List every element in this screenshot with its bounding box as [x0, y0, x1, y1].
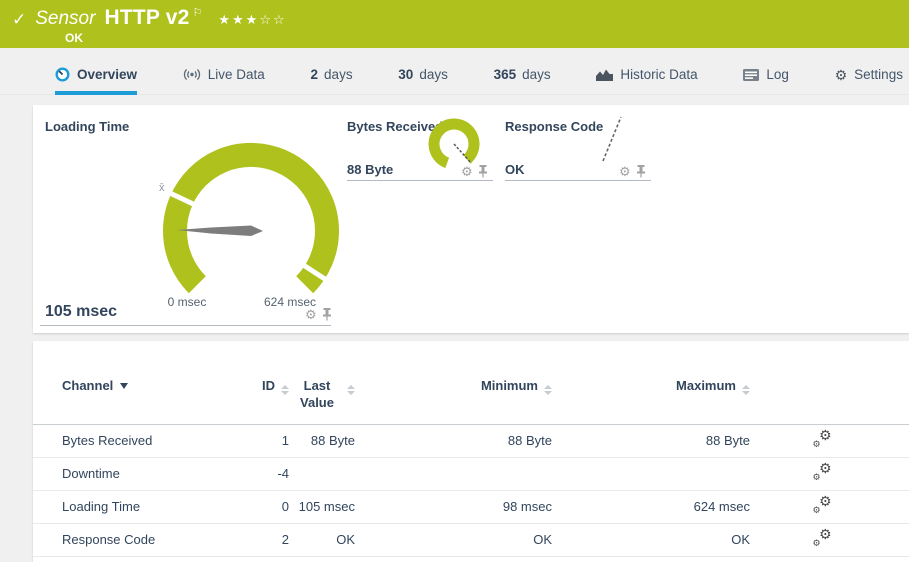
gauge-needle	[177, 226, 263, 237]
channel-settings-icon[interactable]: ⚙⚙	[813, 464, 832, 481]
channel-maximum: OK	[552, 532, 750, 547]
tab-2-days[interactable]: 2 days	[311, 67, 353, 95]
response-code-value: OK	[505, 162, 525, 177]
panel-divider	[40, 325, 331, 326]
channel-minimum: 98 msec	[355, 499, 552, 514]
tab-label: Settings	[854, 67, 903, 82]
tab-number: 30	[398, 67, 413, 82]
loading-time-gauge[interactable]: x̄	[151, 129, 351, 314]
channel-maximum: 88 Byte	[552, 433, 750, 448]
channel-settings-icon[interactable]: ⚙⚙	[813, 497, 832, 514]
channel-name[interactable]: Loading Time	[62, 499, 222, 514]
tab-number: 2	[311, 67, 319, 82]
column-header-channel[interactable]: Channel	[62, 341, 222, 424]
gauge-pin-icon[interactable]	[478, 165, 488, 178]
tab-label: days	[419, 67, 448, 82]
tab-historic-data[interactable]: Historic Data	[596, 67, 697, 95]
column-header-last-value[interactable]: Last Value	[289, 341, 355, 424]
tab-label: days	[522, 67, 551, 82]
tab-label: Overview	[77, 67, 137, 82]
mean-marker-label: x̄	[159, 182, 165, 194]
channel-maximum: 624 msec	[552, 499, 750, 514]
table-row[interactable]: Loading Time 0 105 msec 98 msec 624 msec…	[33, 491, 909, 524]
table-row[interactable]: Response Code 2 OK OK OK ⚙⚙	[33, 524, 909, 557]
channel-id: -4	[222, 466, 289, 481]
channel-minimum: 88 Byte	[355, 433, 552, 448]
sensor-title: HTTP v2	[104, 6, 189, 30]
table-row[interactable]: Bytes Received 1 88 Byte 88 Byte 88 Byte…	[33, 425, 909, 458]
tab-365-days[interactable]: 365 days	[494, 67, 551, 95]
channel-id: 1	[222, 433, 289, 448]
channel-settings-icon[interactable]: ⚙⚙	[813, 431, 832, 448]
gauge-gear-icon[interactable]: ⚙	[619, 165, 631, 178]
priority-stars[interactable]: ★★★☆☆	[218, 12, 286, 28]
channel-last-value: 105 msec	[289, 499, 355, 514]
column-header-id[interactable]: ID	[222, 341, 289, 424]
response-code-gauge[interactable]	[591, 109, 633, 165]
sort-icon	[544, 385, 552, 395]
gauge-title-loading-time: Loading Time	[45, 119, 129, 134]
sensor-header: ✓ Sensor HTTP v2 ⚐ ★★★☆☆ OK	[0, 0, 909, 48]
sort-desc-icon	[120, 383, 128, 389]
tab-settings[interactable]: ⚙ Settings	[835, 67, 903, 95]
gauge-pin-icon[interactable]	[322, 308, 332, 321]
loading-time-value: 105 msec	[45, 303, 117, 321]
channel-name[interactable]: Response Code	[62, 532, 222, 547]
gauges-panel: Loading Time x̄ 0 msec 624 msec 105 msec…	[33, 105, 909, 333]
channel-last-value: OK	[289, 532, 355, 547]
tab-overview[interactable]: Overview	[55, 67, 137, 95]
channel-name[interactable]: Downtime	[62, 466, 222, 481]
channel-name[interactable]: Bytes Received	[62, 433, 222, 448]
sort-icon	[281, 385, 289, 395]
tab-number: 365	[494, 67, 517, 82]
gauge-scale-max: 624 msec	[250, 295, 330, 309]
channel-settings-icon[interactable]: ⚙⚙	[813, 530, 832, 547]
bytes-received-value: 88 Byte	[347, 162, 393, 177]
sensor-status-badge: OK	[65, 31, 909, 45]
channel-table-body: Bytes Received 1 88 Byte 88 Byte 88 Byte…	[33, 425, 909, 557]
table-row[interactable]: Downtime -4 ⚙⚙	[33, 458, 909, 491]
tab-bar: Overview Live Data 2 days 30 days 365 days Histo…	[0, 62, 909, 95]
tab-label: days	[324, 67, 353, 82]
channel-last-value: 88 Byte	[289, 433, 355, 448]
live-icon	[183, 68, 201, 81]
channel-minimum: OK	[355, 532, 552, 547]
column-header-maximum[interactable]: Maximum	[552, 341, 750, 424]
status-check-icon: ✓	[12, 10, 26, 30]
sort-icon	[742, 385, 750, 395]
panel-divider	[505, 180, 651, 181]
panel-divider	[347, 180, 493, 181]
channel-table-header: Channel ID Last Value Minimum Maximum	[33, 341, 909, 425]
tab-log[interactable]: Log	[743, 67, 789, 95]
gauge-icon	[55, 67, 70, 82]
tab-label: Historic Data	[620, 67, 697, 82]
gauge-gear-icon[interactable]: ⚙	[305, 308, 317, 321]
column-header-minimum[interactable]: Minimum	[355, 341, 552, 424]
channel-id: 0	[222, 499, 289, 514]
gauge-scale-min: 0 msec	[147, 295, 227, 309]
tab-label: Live Data	[208, 67, 265, 82]
gauge-gear-icon[interactable]: ⚙	[461, 165, 473, 178]
tab-label: Log	[766, 67, 789, 82]
channel-id: 2	[222, 532, 289, 547]
tab-live-data[interactable]: Live Data	[183, 67, 265, 95]
tab-30-days[interactable]: 30 days	[398, 67, 448, 95]
historic-icon	[596, 68, 613, 81]
sort-icon	[347, 385, 355, 395]
flag-icon[interactable]: ⚐	[193, 6, 203, 19]
gauge-pin-icon[interactable]	[636, 165, 646, 178]
settings-icon: ⚙	[835, 68, 848, 82]
gauge-title-response-code: Response Code	[505, 119, 603, 134]
channel-table-panel: Channel ID Last Value Minimum Maximum By…	[33, 341, 909, 562]
log-icon	[743, 69, 759, 81]
sensor-type-label: Sensor	[35, 8, 95, 30]
